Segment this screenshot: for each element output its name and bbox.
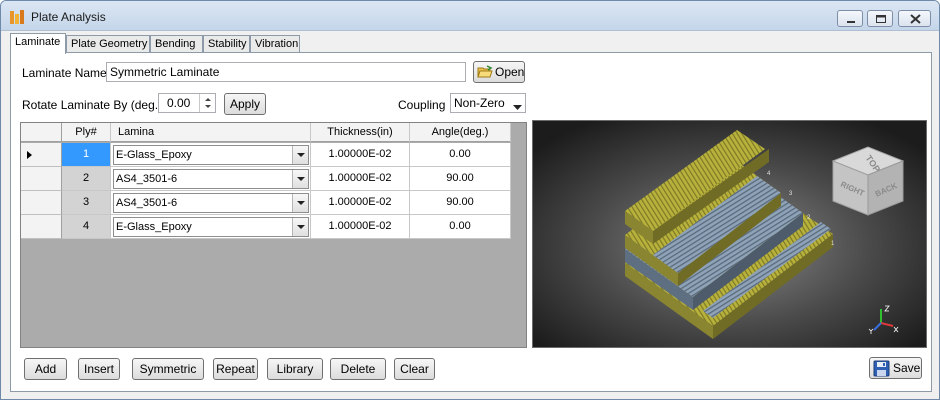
row-header[interactable] xyxy=(21,215,62,239)
rotate-laminate-label: Rotate Laminate By (deg.) xyxy=(22,98,163,112)
lamina-dropdown-button[interactable] xyxy=(292,146,308,164)
save-button[interactable]: Save xyxy=(869,357,922,379)
open-button-label: Open xyxy=(495,65,525,79)
repeat-button[interactable]: Repeat xyxy=(213,358,258,380)
table-row[interactable]: 3 AS4_3501-6 1.00000E-02 90.00 xyxy=(21,191,511,215)
plate-analysis-app-icon xyxy=(9,9,25,25)
library-button[interactable]: Library xyxy=(267,358,323,380)
row-header-corner xyxy=(21,123,62,142)
plate-analysis-window: Plate Analysis Laminate Plate Geometry B… xyxy=(0,0,940,400)
maximize-button[interactable] xyxy=(867,10,893,27)
column-header-lamina[interactable]: Lamina xyxy=(111,123,311,142)
delete-button[interactable]: Delete xyxy=(330,358,386,380)
column-header-ply[interactable]: Ply# xyxy=(62,123,111,142)
lamina-select[interactable]: AS4_3501-6 xyxy=(113,193,309,213)
view-cube[interactable]: TOP RIGHT BACK xyxy=(831,146,905,216)
chevron-down-icon xyxy=(513,100,522,112)
lamina-value: AS4_3501-6 xyxy=(116,197,178,209)
lamina-cell[interactable]: AS4_3501-6 xyxy=(111,191,311,215)
rotate-angle-value: 0.00 xyxy=(167,96,191,110)
ply-number-cell[interactable]: 2 xyxy=(62,167,111,191)
table-row[interactable]: 4 E-Glass_Epoxy 1.00000E-02 0.00 xyxy=(21,215,511,239)
open-button[interactable]: Open xyxy=(473,61,525,83)
ply-table[interactable]: Ply# Lamina Thickness(in) Angle(deg.) 1 … xyxy=(20,122,527,348)
lamina-value: E-Glass_Epoxy xyxy=(116,149,192,161)
laminate-panel: Laminate Name: Symmetric Laminate Open R… xyxy=(10,52,932,392)
coupling-select[interactable]: Non-Zero xyxy=(450,93,526,113)
coupling-label: Coupling xyxy=(398,98,446,112)
lamina-dropdown-button[interactable] xyxy=(292,218,308,236)
thickness-cell[interactable]: 1.00000E-02 xyxy=(311,167,410,191)
apply-button[interactable]: Apply xyxy=(224,93,266,115)
table-row[interactable]: 2 AS4_3501-6 1.00000E-02 90.00 xyxy=(21,167,511,191)
tab-plate-geometry[interactable]: Plate Geometry xyxy=(66,35,150,53)
window-title: Plate Analysis xyxy=(31,10,106,24)
chevron-down-icon xyxy=(297,153,305,157)
folder-open-icon xyxy=(477,65,493,86)
lamina-cell[interactable]: E-Glass_Epoxy xyxy=(111,215,311,239)
table-row[interactable]: 1 E-Glass_Epoxy 1.00000E-02 0.00 xyxy=(21,143,511,167)
lamina-select[interactable]: AS4_3501-6 xyxy=(113,169,309,189)
lamina-select[interactable]: E-Glass_Epoxy xyxy=(113,145,309,165)
lamina-dropdown-button[interactable] xyxy=(292,170,308,188)
column-header-thickness[interactable]: Thickness(in) xyxy=(311,123,410,142)
thickness-cell[interactable]: 1.00000E-02 xyxy=(311,215,410,239)
ply-number-cell[interactable]: 4 xyxy=(62,215,111,239)
lamina-value: AS4_3501-6 xyxy=(116,173,178,185)
lamina-dropdown-button[interactable] xyxy=(292,194,308,212)
thickness-cell[interactable]: 1.00000E-02 xyxy=(311,143,410,167)
symmetric-button[interactable]: Symmetric xyxy=(132,358,204,380)
tab-vibration[interactable]: Vibration xyxy=(250,35,300,53)
laminate-name-label: Laminate Name: xyxy=(22,66,111,80)
close-icon xyxy=(910,14,921,24)
thickness-cell[interactable]: 1.00000E-02 xyxy=(311,191,410,215)
maximize-icon xyxy=(876,15,886,23)
tab-stability[interactable]: Stability xyxy=(203,35,250,53)
minimize-icon xyxy=(847,21,855,23)
current-row-arrow-icon xyxy=(27,151,32,159)
close-button[interactable] xyxy=(898,10,931,27)
angle-cell[interactable]: 90.00 xyxy=(410,167,511,191)
row-header[interactable] xyxy=(21,167,62,191)
clear-button[interactable]: Clear xyxy=(394,358,435,380)
title-bar: Plate Analysis xyxy=(1,1,939,31)
chevron-down-icon xyxy=(297,201,305,205)
angle-cell[interactable]: 0.00 xyxy=(410,215,511,239)
insert-button[interactable]: Insert xyxy=(78,358,120,380)
add-button[interactable]: Add xyxy=(24,358,67,380)
floppy-disk-icon xyxy=(873,360,890,383)
lamina-select[interactable]: E-Glass_Epoxy xyxy=(113,217,309,237)
column-header-angle[interactable]: Angle(deg.) xyxy=(410,123,511,142)
spin-up-down-icon xyxy=(205,98,211,108)
coupling-value: Non-Zero xyxy=(454,96,505,110)
rotate-angle-stepper[interactable]: 0.00 xyxy=(158,93,216,113)
save-button-label: Save xyxy=(893,361,921,375)
chevron-down-icon xyxy=(297,225,305,229)
row-header[interactable] xyxy=(21,191,62,215)
row-header[interactable] xyxy=(21,143,62,167)
lamina-cell[interactable]: AS4_3501-6 xyxy=(111,167,311,191)
laminate-name-input[interactable]: Symmetric Laminate xyxy=(106,62,466,82)
tab-laminate[interactable]: Laminate xyxy=(10,33,66,54)
ply-number-cell[interactable]: 1 xyxy=(62,143,111,167)
lamina-value: E-Glass_Epoxy xyxy=(116,221,192,233)
angle-cell[interactable]: 0.00 xyxy=(410,143,511,167)
angle-cell[interactable]: 90.00 xyxy=(410,191,511,215)
laminate-3d-viewer[interactable]: 4 3 2 1 TOP RIGHT BACK xyxy=(532,120,927,348)
table-header: Ply# Lamina Thickness(in) Angle(deg.) xyxy=(21,123,511,142)
lamina-cell[interactable]: E-Glass_Epoxy xyxy=(111,143,311,167)
ply-number-cell[interactable]: 3 xyxy=(62,191,111,215)
rotate-spin-buttons[interactable] xyxy=(199,94,215,112)
minimize-button[interactable] xyxy=(837,10,863,27)
tab-bending[interactable]: Bending xyxy=(150,35,203,53)
chevron-down-icon xyxy=(297,177,305,181)
